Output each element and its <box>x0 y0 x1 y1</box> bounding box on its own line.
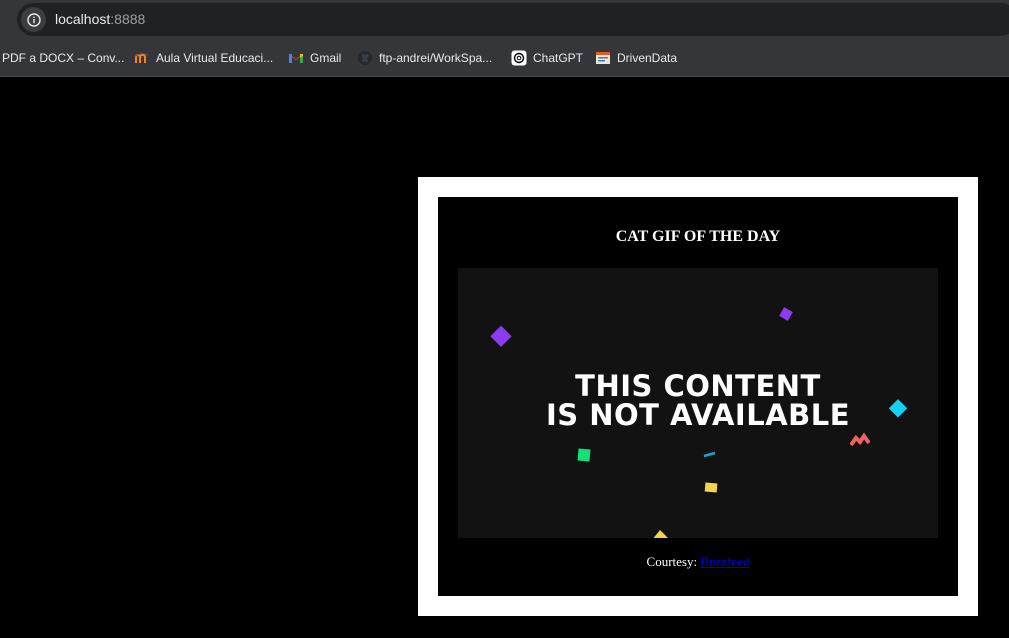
unavailable-message: THIS CONTENT IS NOT AVAILABLE <box>458 372 938 430</box>
confetti-piece <box>704 482 718 493</box>
card-title: CAT GIF OF THE DAY <box>615 228 781 245</box>
bookmark-label: ftp-andrei/WorkSpa... <box>379 51 493 65</box>
gif-card-body: CAT GIF OF THE DAY THIS CONTENT IS NOT A… <box>438 197 958 596</box>
bookmark-pdf-a-docx[interactable]: PDF a DOCX – Conv... <box>2 48 124 68</box>
moodle-icon <box>134 50 150 66</box>
courtesy-label: Courtesy: <box>646 554 698 569</box>
bookmark-label: Gmail <box>310 51 342 65</box>
confetti-piece <box>703 451 716 458</box>
drivendata-icon <box>595 50 611 66</box>
bookmark-label: DrivenData <box>617 51 678 65</box>
confetti-piece <box>653 530 668 538</box>
bookmark-chatgpt[interactable]: ChatGPT <box>511 48 583 68</box>
browser-toolbar: localhost:8888 <box>0 0 1009 40</box>
gif-embed[interactable]: THIS CONTENT IS NOT AVAILABLE <box>458 268 938 538</box>
courtesy-line: Courtesy: Buzzfeed <box>438 554 958 570</box>
github-icon <box>357 50 373 66</box>
page-content: CAT GIF OF THE DAY THIS CONTENT IS NOT A… <box>0 77 1009 638</box>
confetti-piece <box>779 307 793 321</box>
confetti-piece <box>577 448 591 462</box>
bookmark-label: ChatGPT <box>533 51 584 65</box>
bookmark-aula-virtual[interactable]: Aula Virtual Educaci... <box>134 48 273 68</box>
confetti-piece <box>850 432 870 447</box>
bookmarks-bar: PDF a DOCX – Conv... Aula Virtual Educac… <box>0 40 1009 77</box>
unavailable-line-1: THIS CONTENT <box>575 369 821 403</box>
bookmark-ftp-andrei[interactable]: ftp-andrei/WorkSpa... <box>357 48 492 68</box>
unavailable-line-2: IS NOT AVAILABLE <box>545 398 851 432</box>
gif-card: CAT GIF OF THE DAY THIS CONTENT IS NOT A… <box>418 177 978 616</box>
gmail-icon <box>288 50 304 66</box>
bookmark-gmail[interactable]: Gmail <box>288 48 341 68</box>
url-port: :8888 <box>110 11 146 27</box>
url-text[interactable]: localhost:8888 <box>55 11 145 27</box>
buzzfeed-link[interactable]: Buzzfeed <box>700 554 749 569</box>
url-host: localhost <box>55 11 111 27</box>
bookmark-label: PDF a DOCX – Conv... <box>2 51 125 65</box>
address-bar[interactable]: localhost:8888 <box>17 3 1009 36</box>
confetti-piece <box>490 325 512 347</box>
bookmark-label: Aula Virtual Educaci... <box>156 51 274 65</box>
site-info-icon[interactable] <box>21 7 46 32</box>
bookmark-drivendata[interactable]: DrivenData <box>595 48 677 68</box>
chatgpt-icon <box>511 50 527 66</box>
